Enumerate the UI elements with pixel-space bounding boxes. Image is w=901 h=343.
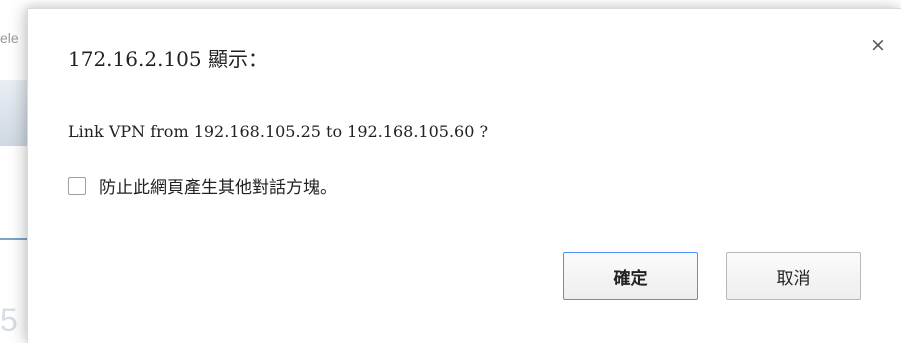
- background-partial-text: ele: [0, 30, 19, 46]
- suppress-dialogs-option[interactable]: 防止此網頁產生其他對話方塊。: [68, 173, 337, 198]
- close-icon[interactable]: ×: [870, 34, 886, 56]
- cancel-button[interactable]: 取消: [726, 252, 861, 300]
- dialog-message: Link VPN from 192.168.105.25 to 192.168.…: [68, 122, 489, 141]
- alert-dialog: 172.16.2.105 顯示： × Link VPN from 192.168…: [27, 8, 901, 343]
- suppress-dialogs-checkbox[interactable]: [68, 176, 86, 195]
- dialog-title: 172.16.2.105 顯示：: [68, 47, 268, 71]
- background-glyph: 5: [0, 302, 18, 338]
- ok-button[interactable]: 確定: [563, 252, 698, 300]
- suppress-dialogs-label[interactable]: 防止此網頁產生其他對話方塊。: [99, 173, 337, 198]
